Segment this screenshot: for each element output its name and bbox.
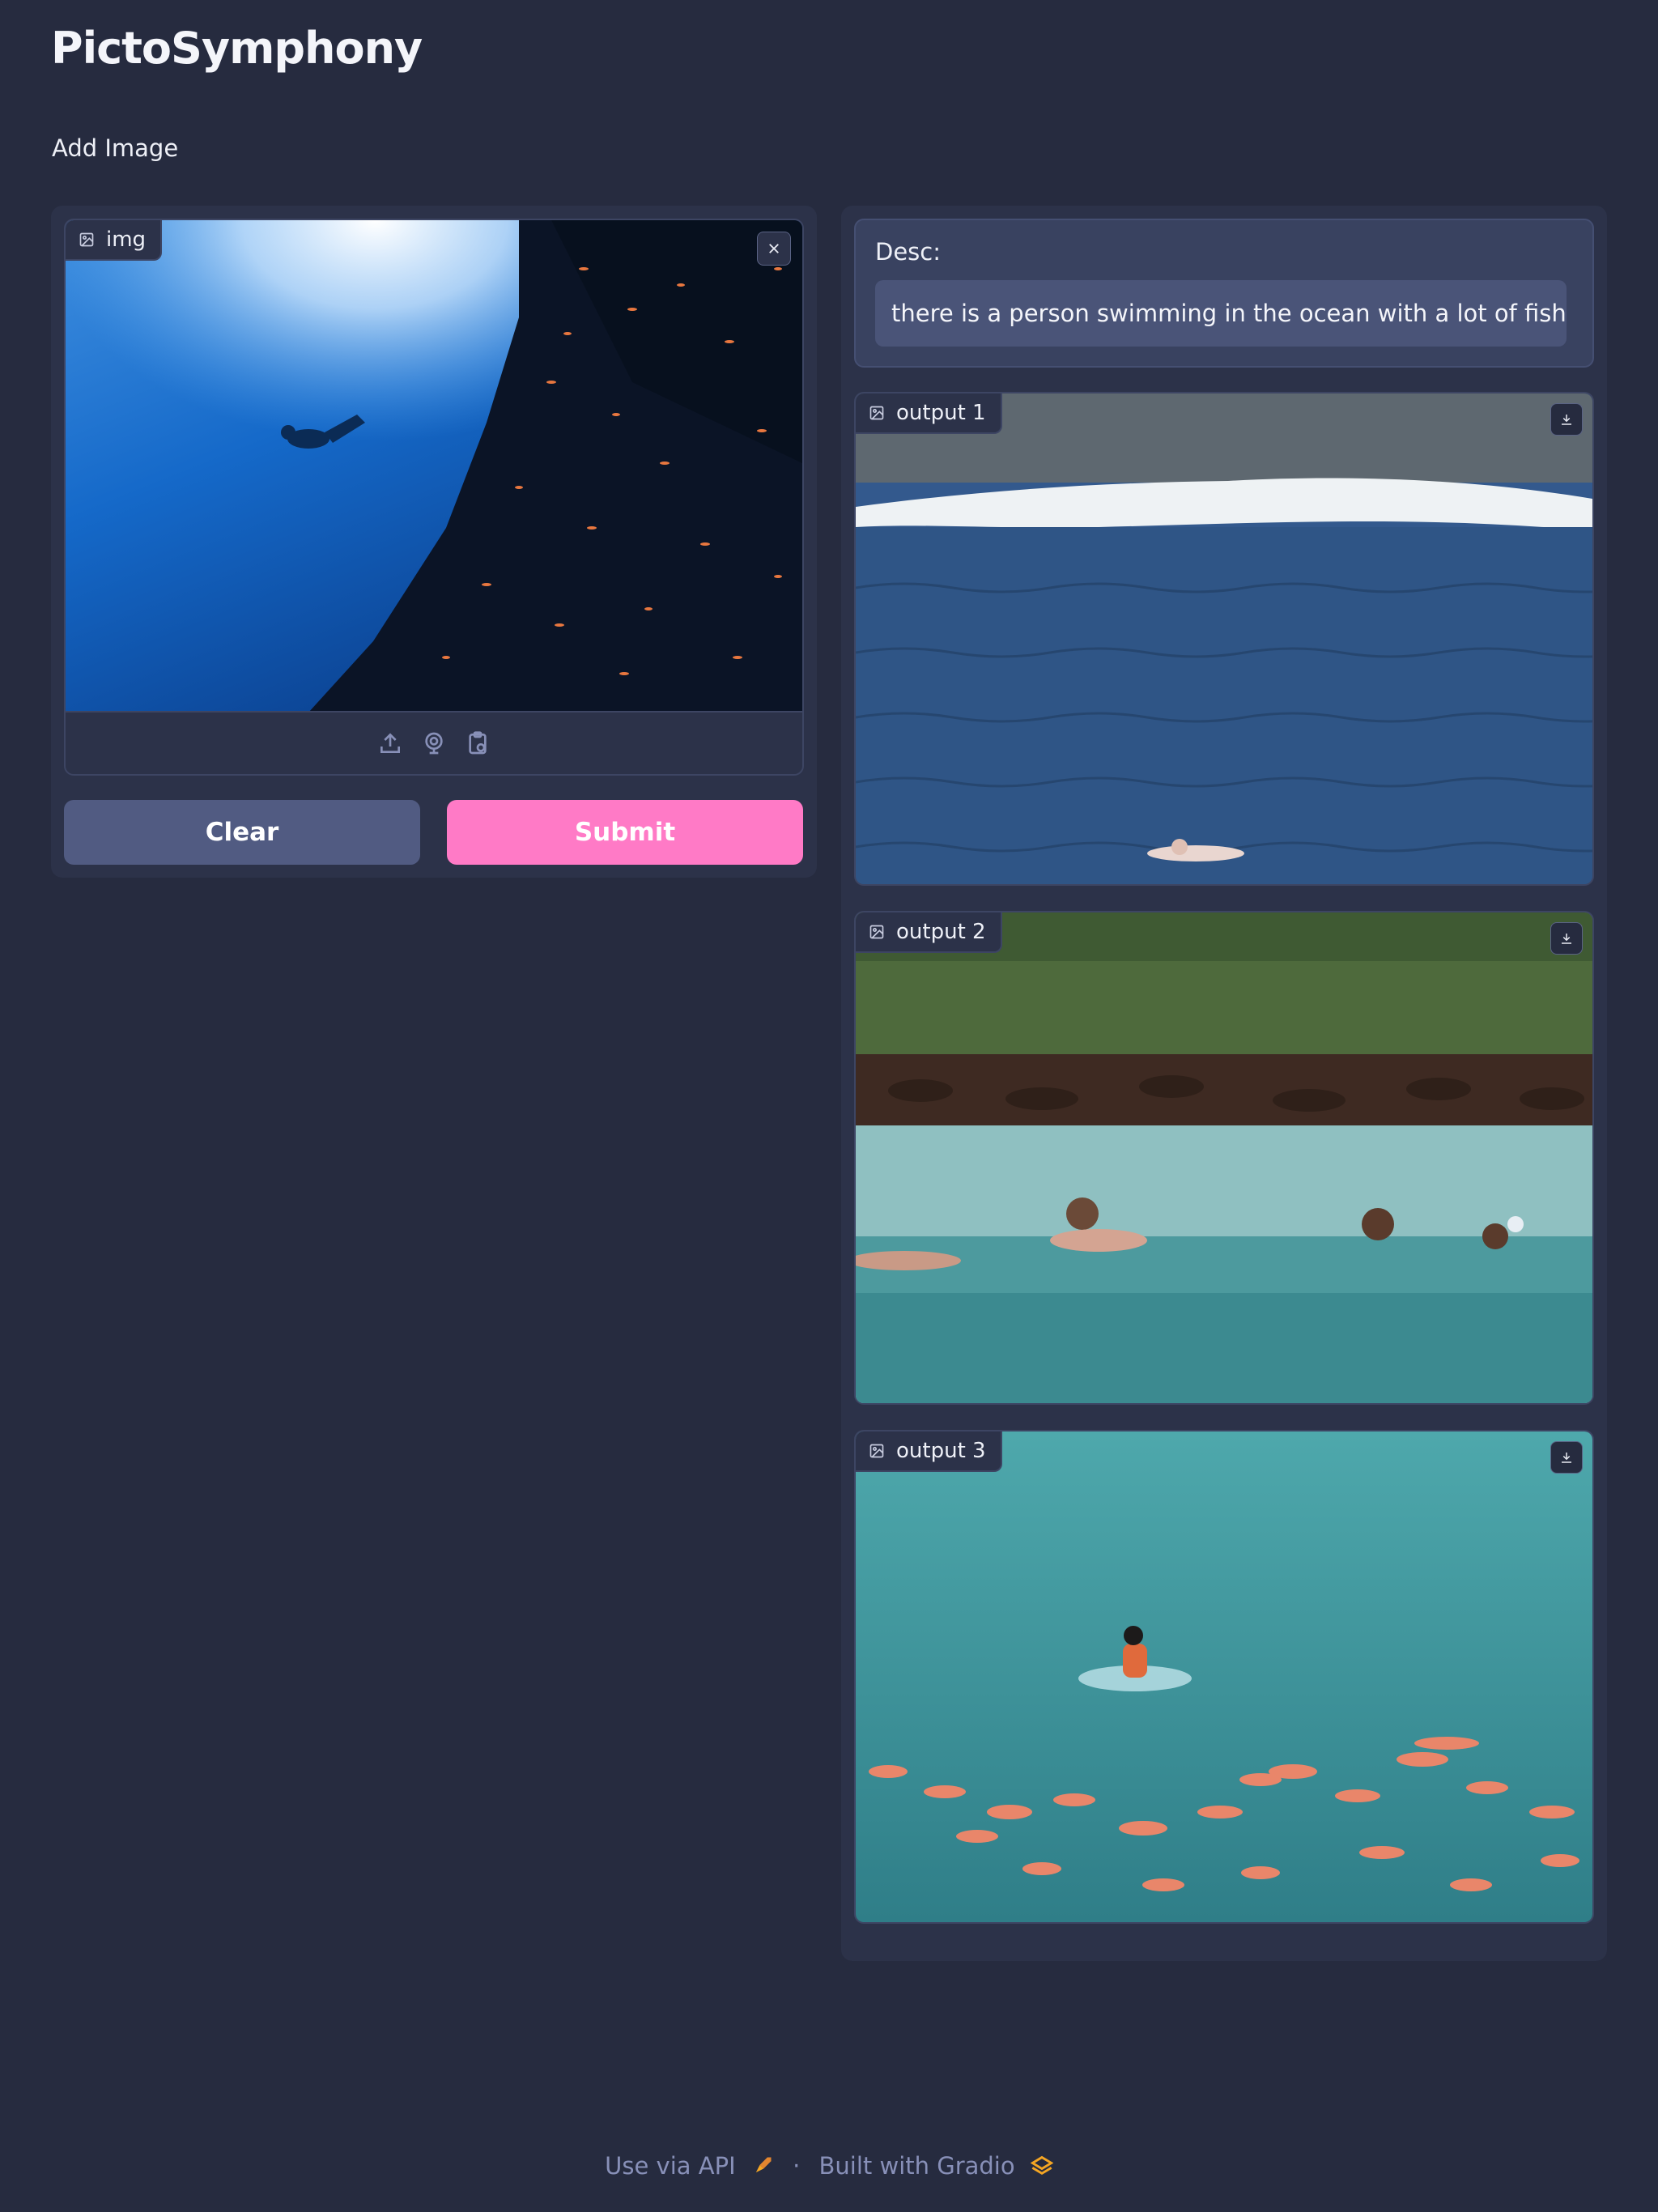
image-icon	[79, 232, 94, 247]
output-1-label-text: output 1	[896, 401, 986, 425]
close-icon	[769, 244, 779, 253]
image-input-label: img	[66, 220, 163, 261]
gradio-logo-icon	[1030, 2155, 1053, 2176]
built-with-gradio-link[interactable]: Built with Gradio	[819, 2152, 1015, 2180]
clear-button[interactable]: Clear	[64, 800, 420, 865]
download-output-2-button[interactable]	[1550, 922, 1583, 955]
output-2-label: output 2	[856, 912, 1002, 953]
upload-icon[interactable]	[377, 730, 403, 756]
output-image-1: output 1	[854, 392, 1594, 886]
output-1-photo	[856, 393, 1592, 884]
download-icon	[1562, 934, 1571, 944]
output-2-label-text: output 2	[896, 920, 986, 944]
use-via-api-link[interactable]: Use via API	[605, 2152, 735, 2180]
download-output-1-button[interactable]	[1550, 403, 1583, 436]
image-input[interactable]: img	[64, 219, 804, 776]
description-box: Desc: there is a person swimming in the …	[854, 219, 1594, 368]
clipboard-icon[interactable]	[465, 730, 491, 756]
webcam-icon[interactable]	[421, 730, 447, 756]
download-icon	[1562, 1453, 1571, 1463]
output-panel: Desc: there is a person swimming in the …	[841, 206, 1607, 1961]
footer-separator: ·	[793, 2152, 801, 2180]
download-output-3-button[interactable]	[1550, 1441, 1583, 1474]
output-image-2: output 2	[854, 911, 1594, 1405]
output-2-photo	[856, 912, 1592, 1403]
output-3-label-text: output 3	[896, 1439, 986, 1463]
image-input-label-text: img	[106, 228, 147, 252]
image-icon	[869, 925, 884, 939]
output-3-label: output 3	[856, 1431, 1002, 1472]
output-1-label: output 1	[856, 393, 1002, 434]
input-image-preview	[66, 220, 802, 713]
image-icon	[869, 406, 884, 420]
submit-button[interactable]: Submit	[447, 800, 803, 865]
image-icon	[869, 1444, 884, 1458]
download-icon	[1562, 415, 1571, 425]
description-label: Desc:	[875, 238, 941, 266]
add-image-label: Add Image	[52, 134, 179, 162]
footer: Use via API · Built with Gradio	[0, 2150, 1658, 2180]
image-source-bar	[66, 711, 802, 774]
remove-image-button[interactable]	[757, 232, 791, 266]
rocket-icon	[755, 2157, 772, 2173]
description-textbox[interactable]: there is a person swimming in the ocean …	[875, 280, 1567, 347]
input-panel: img Clear Submit	[51, 206, 817, 878]
output-3-photo	[856, 1431, 1592, 1922]
output-image-3: output 3	[854, 1430, 1594, 1924]
app-title: PictoSymphony	[51, 23, 423, 74]
